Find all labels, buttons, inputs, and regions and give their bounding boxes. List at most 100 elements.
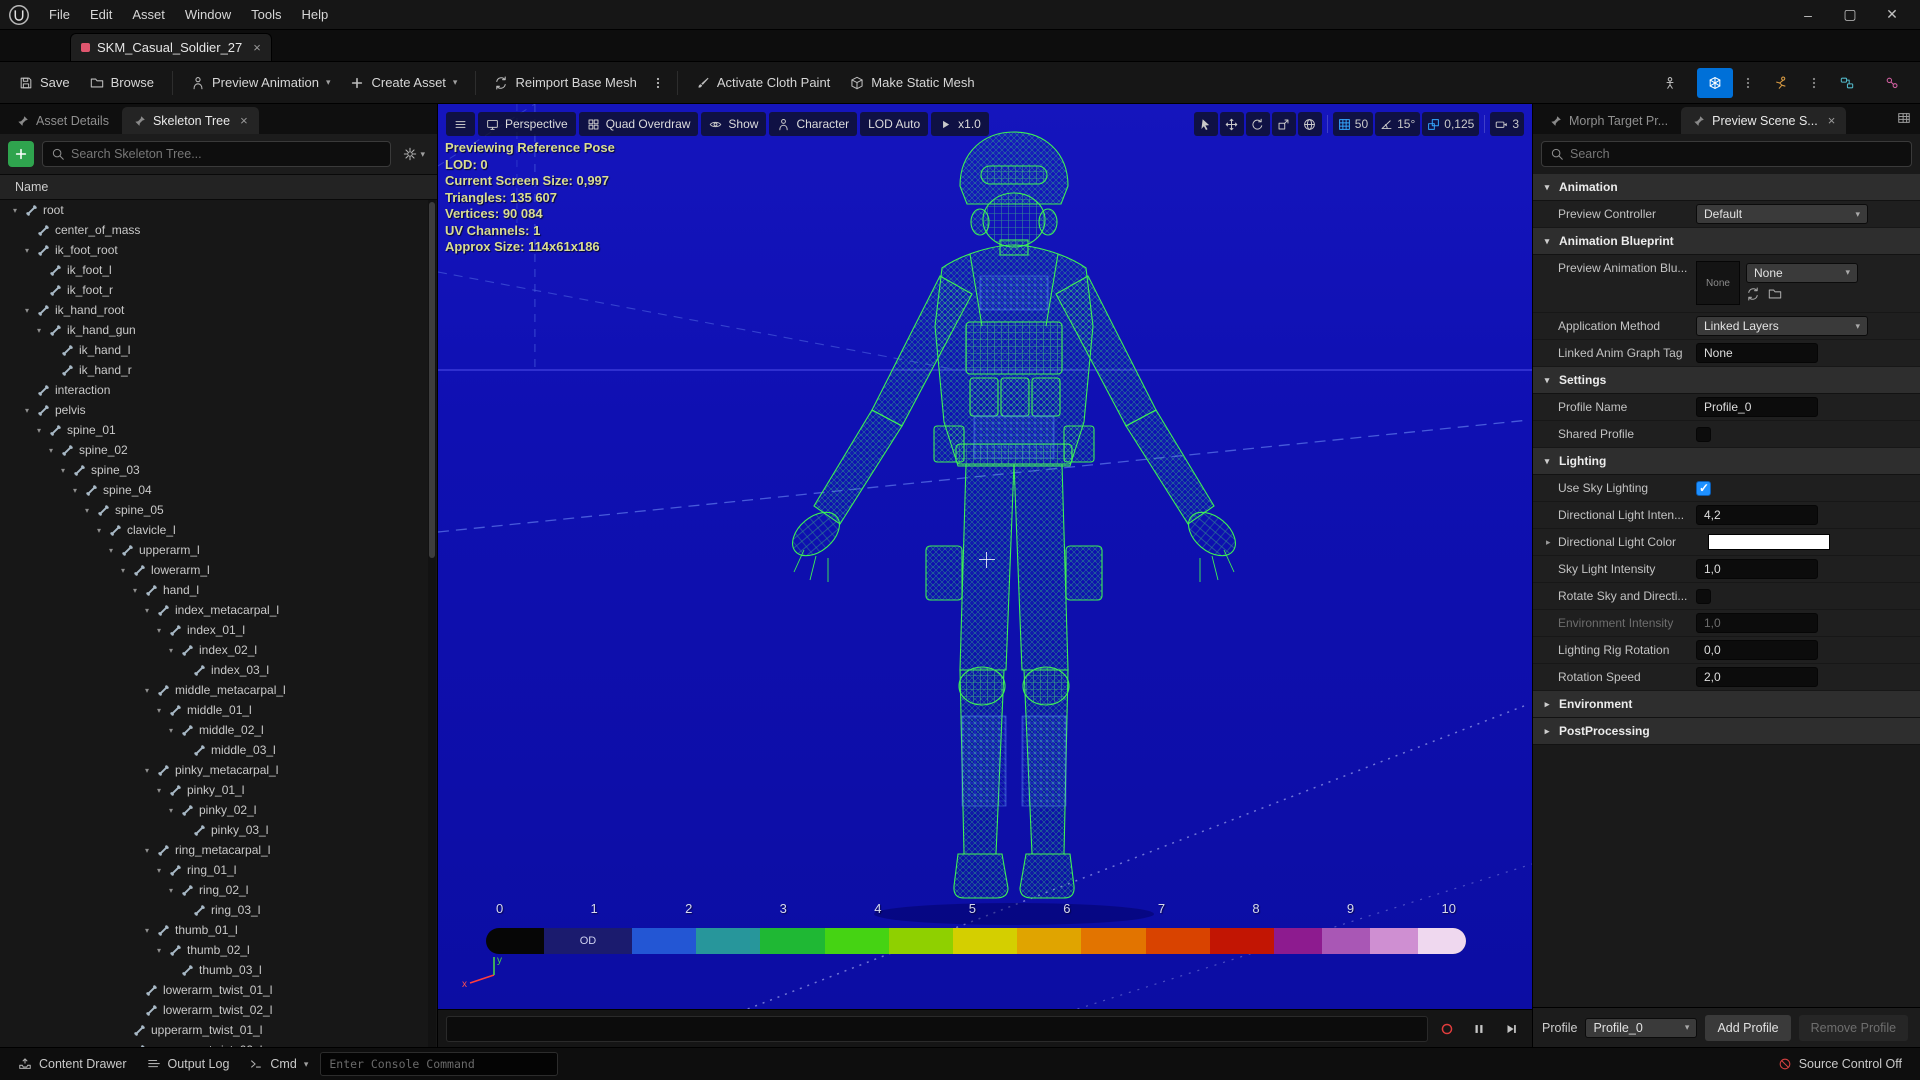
asset-thumbnail[interactable]: None [1696, 261, 1740, 305]
expand-arrow-icon[interactable]: ▾ [166, 726, 176, 735]
tree-row-clavicle-l[interactable]: ▾ clavicle_l [0, 520, 437, 540]
rotate-button[interactable] [1245, 112, 1270, 136]
menu-file[interactable]: File [40, 3, 79, 26]
expand-arrow-icon[interactable]: ▾ [166, 646, 176, 655]
close-icon[interactable]: × [1828, 113, 1836, 128]
rotation-speed-field[interactable]: 2,0 [1696, 667, 1818, 687]
environment-intensity-field[interactable]: 1,0 [1696, 613, 1818, 633]
perspective-button[interactable]: Perspective [478, 112, 576, 136]
mode-options-button[interactable] [1808, 76, 1820, 90]
tree-row-ik-hand-r[interactable]: ik_hand_r [0, 360, 437, 380]
expand-arrow-icon[interactable]: ▾ [154, 866, 164, 875]
tree-row-lowerarm-l[interactable]: ▾ lowerarm_l [0, 560, 437, 580]
show-button[interactable]: Show [701, 112, 767, 136]
menu-tools[interactable]: Tools [242, 3, 290, 26]
expand-arrow-icon[interactable]: ▾ [142, 926, 152, 935]
tree-row-spine-05[interactable]: ▾ spine_05 [0, 500, 437, 520]
expand-arrow-icon[interactable]: ▾ [130, 586, 140, 595]
tree-row-middle-02-l[interactable]: ▾ middle_02_l [0, 720, 437, 740]
browse-to-asset-button[interactable] [1768, 287, 1782, 304]
expand-arrow-icon[interactable]: ▾ [166, 886, 176, 895]
tree-row-spine-04[interactable]: ▾ spine_04 [0, 480, 437, 500]
mode-options-button[interactable] [1742, 76, 1754, 90]
category-animation[interactable]: ▾ Animation [1533, 174, 1920, 201]
save-button[interactable]: Save [10, 68, 79, 97]
profile-dropdown[interactable]: Profile_0 ▾ [1585, 1017, 1698, 1038]
output-log-button[interactable]: Output Log [139, 1052, 238, 1076]
category-settings[interactable]: ▾ Settings [1533, 367, 1920, 394]
expand-arrow-icon[interactable]: ▾ [142, 766, 152, 775]
tree-row-index-03-l[interactable]: index_03_l [0, 660, 437, 680]
tree-row-pinky-metacarpal-l[interactable]: ▾ pinky_metacarpal_l [0, 760, 437, 780]
content-drawer-button[interactable]: Content Drawer [10, 1052, 135, 1076]
tree-row-root[interactable]: ▾ root [0, 200, 437, 220]
expand-arrow-icon[interactable]: ▾ [1542, 236, 1552, 247]
tree-row-middle-03-l[interactable]: middle_03_l [0, 740, 437, 760]
search-input[interactable] [71, 147, 383, 161]
expand-arrow-icon[interactable]: ▾ [58, 466, 68, 475]
directional-light-color-swatch[interactable] [1708, 534, 1830, 550]
tree-row-ring-01-l[interactable]: ▾ ring_01_l [0, 860, 437, 880]
viewport-menu-button[interactable] [446, 112, 475, 136]
directional-light-inten-field[interactable]: 4,2 [1696, 505, 1818, 525]
tree-row-upperarm-l[interactable]: ▾ upperarm_l [0, 540, 437, 560]
tree-row-pinky-02-l[interactable]: ▾ pinky_02_l [0, 800, 437, 820]
expand-arrow-icon[interactable]: ▾ [82, 506, 92, 515]
character-button[interactable]: Character [769, 112, 858, 136]
add-profile-button[interactable]: Add Profile [1705, 1014, 1791, 1041]
expand-arrow-icon[interactable]: ▾ [34, 326, 44, 335]
tree-row-ring-02-l[interactable]: ▾ ring_02_l [0, 880, 437, 900]
scale-button[interactable] [1271, 112, 1296, 136]
playback-speed-button[interactable]: x1.0 [931, 112, 989, 136]
tree-row-index-01-l[interactable]: ▾ index_01_l [0, 620, 437, 640]
settings-search-box[interactable] [1541, 141, 1912, 167]
expand-arrow-icon[interactable]: ▾ [154, 786, 164, 795]
skeleton-search-box[interactable] [42, 141, 392, 167]
reimport-base-mesh-button[interactable]: Reimport Base Mesh [485, 68, 645, 97]
tree-row-interaction[interactable]: interaction [0, 380, 437, 400]
panel-tab-asset-details[interactable]: Asset Details [5, 107, 120, 134]
create-asset-button[interactable]: Create Asset ▾ [341, 68, 466, 97]
collapsed-arrow-icon[interactable]: ▸ [1542, 726, 1552, 737]
translate-button[interactable] [1219, 112, 1244, 136]
asset-dropdown[interactable]: None ▾ [1746, 262, 1858, 283]
viewport[interactable]: Perspective Quad Overdraw Show Character LOD… [438, 104, 1532, 1009]
expand-arrow-icon[interactable]: ▾ [154, 706, 164, 715]
expand-arrow-icon[interactable]: ▾ [10, 206, 20, 215]
shared-profile-checkbox[interactable] [1696, 426, 1711, 442]
unreal-logo-icon[interactable] [8, 4, 30, 26]
view-mode-button[interactable]: Quad Overdraw [578, 112, 699, 136]
preview-animation-button[interactable]: Preview Animation ▾ [182, 68, 339, 97]
use-sky-lighting-checkbox[interactable] [1696, 480, 1711, 496]
scrollbar-thumb[interactable] [429, 202, 435, 558]
tree-scrollbar[interactable] [428, 200, 436, 1047]
activate-cloth-paint-button[interactable]: Activate Cloth Paint [687, 68, 839, 97]
console-command-box[interactable] [320, 1052, 559, 1076]
make-static-mesh-button[interactable]: Make Static Mesh [841, 68, 983, 97]
tree-row-ik-hand-root[interactable]: ▾ ik_hand_root [0, 300, 437, 320]
tree-row-spine-02[interactable]: ▾ spine_02 [0, 440, 437, 460]
category-lighting[interactable]: ▾ Lighting [1533, 448, 1920, 475]
rotate-sky-and-directi-checkbox[interactable] [1696, 588, 1711, 604]
expand-arrow-icon[interactable]: ▾ [34, 426, 44, 435]
tree-row-thumb-02-l[interactable]: ▾ thumb_02_l [0, 940, 437, 960]
browse-button[interactable]: Browse [81, 68, 163, 97]
remove-profile-button[interactable]: Remove Profile [1798, 1014, 1909, 1041]
menu-help[interactable]: Help [292, 3, 337, 26]
expand-arrow-icon[interactable]: ▾ [22, 246, 32, 255]
skeleton-mode-button[interactable] [1652, 68, 1688, 98]
tree-row-ik-foot-r[interactable]: ik_foot_r [0, 280, 437, 300]
expand-arrow-icon[interactable]: ▾ [154, 626, 164, 635]
console-input[interactable] [329, 1057, 550, 1071]
mesh-mode-button[interactable] [1697, 67, 1733, 98]
tree-row-index-metacarpal-l[interactable]: ▾ index_metacarpal_l [0, 600, 437, 620]
tree-row-lowerarm-twist-01-l[interactable]: lowerarm_twist_01_l [0, 980, 437, 1000]
linked-anim-graph-tag-field[interactable]: None [1696, 343, 1818, 363]
asset-tab[interactable]: SKM_Casual_Soldier_27 × [70, 33, 272, 61]
pause-button[interactable] [1466, 1016, 1492, 1042]
tree-row-ik-hand-l[interactable]: ik_hand_l [0, 340, 437, 360]
category-postprocessing[interactable]: ▸ PostProcessing [1533, 718, 1920, 745]
expand-arrow-icon[interactable]: ▾ [106, 546, 116, 555]
expand-arrow-icon[interactable]: ▾ [22, 406, 32, 415]
collapsed-arrow-icon[interactable]: ▸ [1546, 537, 1558, 548]
